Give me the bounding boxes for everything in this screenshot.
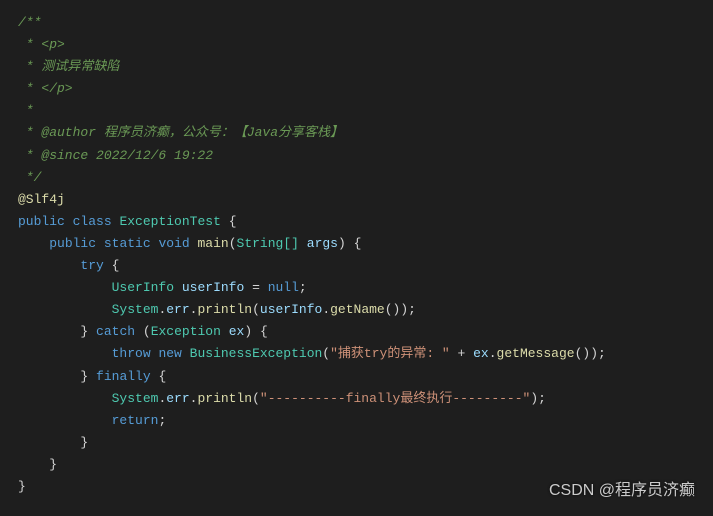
javadoc-since-tag: * @since bbox=[18, 148, 88, 163]
param-ex: ex bbox=[473, 346, 489, 361]
field-err: err bbox=[166, 302, 189, 317]
obj-system: System bbox=[112, 302, 159, 317]
kw-throw: throw bbox=[112, 346, 151, 361]
kw-null: null bbox=[268, 280, 299, 295]
javadoc-since-text: 2022/12/6 19:22 bbox=[88, 148, 213, 163]
watermark: CSDN @程序员济癫 bbox=[549, 477, 695, 504]
method-println: println bbox=[197, 391, 252, 406]
kw-void: void bbox=[158, 236, 189, 251]
brace: { bbox=[112, 258, 120, 273]
javadoc-line: * bbox=[18, 103, 34, 118]
method-main: main bbox=[198, 236, 229, 251]
param-ex: ex bbox=[229, 324, 245, 339]
javadoc-author-text: 程序员济癫，公众号：【Java分享客栈】 bbox=[96, 125, 343, 140]
javadoc-line: * 测试异常缺陷 bbox=[18, 59, 119, 74]
string-literal: "捕获try的异常: " bbox=[330, 346, 450, 361]
type-string-array: String[] bbox=[237, 236, 299, 251]
code-block: /** * <p> * 测试异常缺陷 * </p> * * @author 程序… bbox=[18, 12, 695, 498]
string-literal: "----------finally最终执行---------" bbox=[260, 391, 530, 406]
var-userinfo: userInfo bbox=[260, 302, 322, 317]
javadoc-line: * </p> bbox=[18, 81, 73, 96]
javadoc-line: */ bbox=[18, 170, 41, 185]
method-getmessage: getMessage bbox=[497, 346, 575, 361]
type-exception: Exception bbox=[151, 324, 221, 339]
kw-catch: catch bbox=[96, 324, 135, 339]
kw-finally: finally bbox=[96, 369, 151, 384]
brace: { bbox=[158, 369, 166, 384]
type-userinfo: UserInfo bbox=[112, 280, 174, 295]
param-args: args bbox=[307, 236, 338, 251]
class-name: ExceptionTest bbox=[119, 214, 220, 229]
brace: } bbox=[80, 435, 88, 450]
method-println: println bbox=[197, 302, 252, 317]
javadoc-line: /** bbox=[18, 15, 41, 30]
kw-public: public bbox=[18, 214, 65, 229]
brace: } bbox=[49, 457, 57, 472]
kw-static: static bbox=[104, 236, 151, 251]
annotation-slf4j: @Slf4j bbox=[18, 192, 65, 207]
type-businessexception: BusinessException bbox=[190, 346, 323, 361]
brace: { bbox=[354, 236, 362, 251]
method-getname: getName bbox=[330, 302, 385, 317]
obj-system: System bbox=[112, 391, 159, 406]
kw-try: try bbox=[80, 258, 103, 273]
brace: { bbox=[229, 214, 237, 229]
kw-new: new bbox=[158, 346, 181, 361]
kw-return: return bbox=[112, 413, 159, 428]
var-userinfo: userInfo bbox=[182, 280, 244, 295]
field-err: err bbox=[166, 391, 189, 406]
javadoc-author-tag: * @author bbox=[18, 125, 96, 140]
kw-public: public bbox=[49, 236, 96, 251]
kw-class: class bbox=[73, 214, 112, 229]
brace: { bbox=[260, 324, 268, 339]
javadoc-line: * <p> bbox=[18, 37, 65, 52]
brace: } bbox=[18, 479, 26, 494]
